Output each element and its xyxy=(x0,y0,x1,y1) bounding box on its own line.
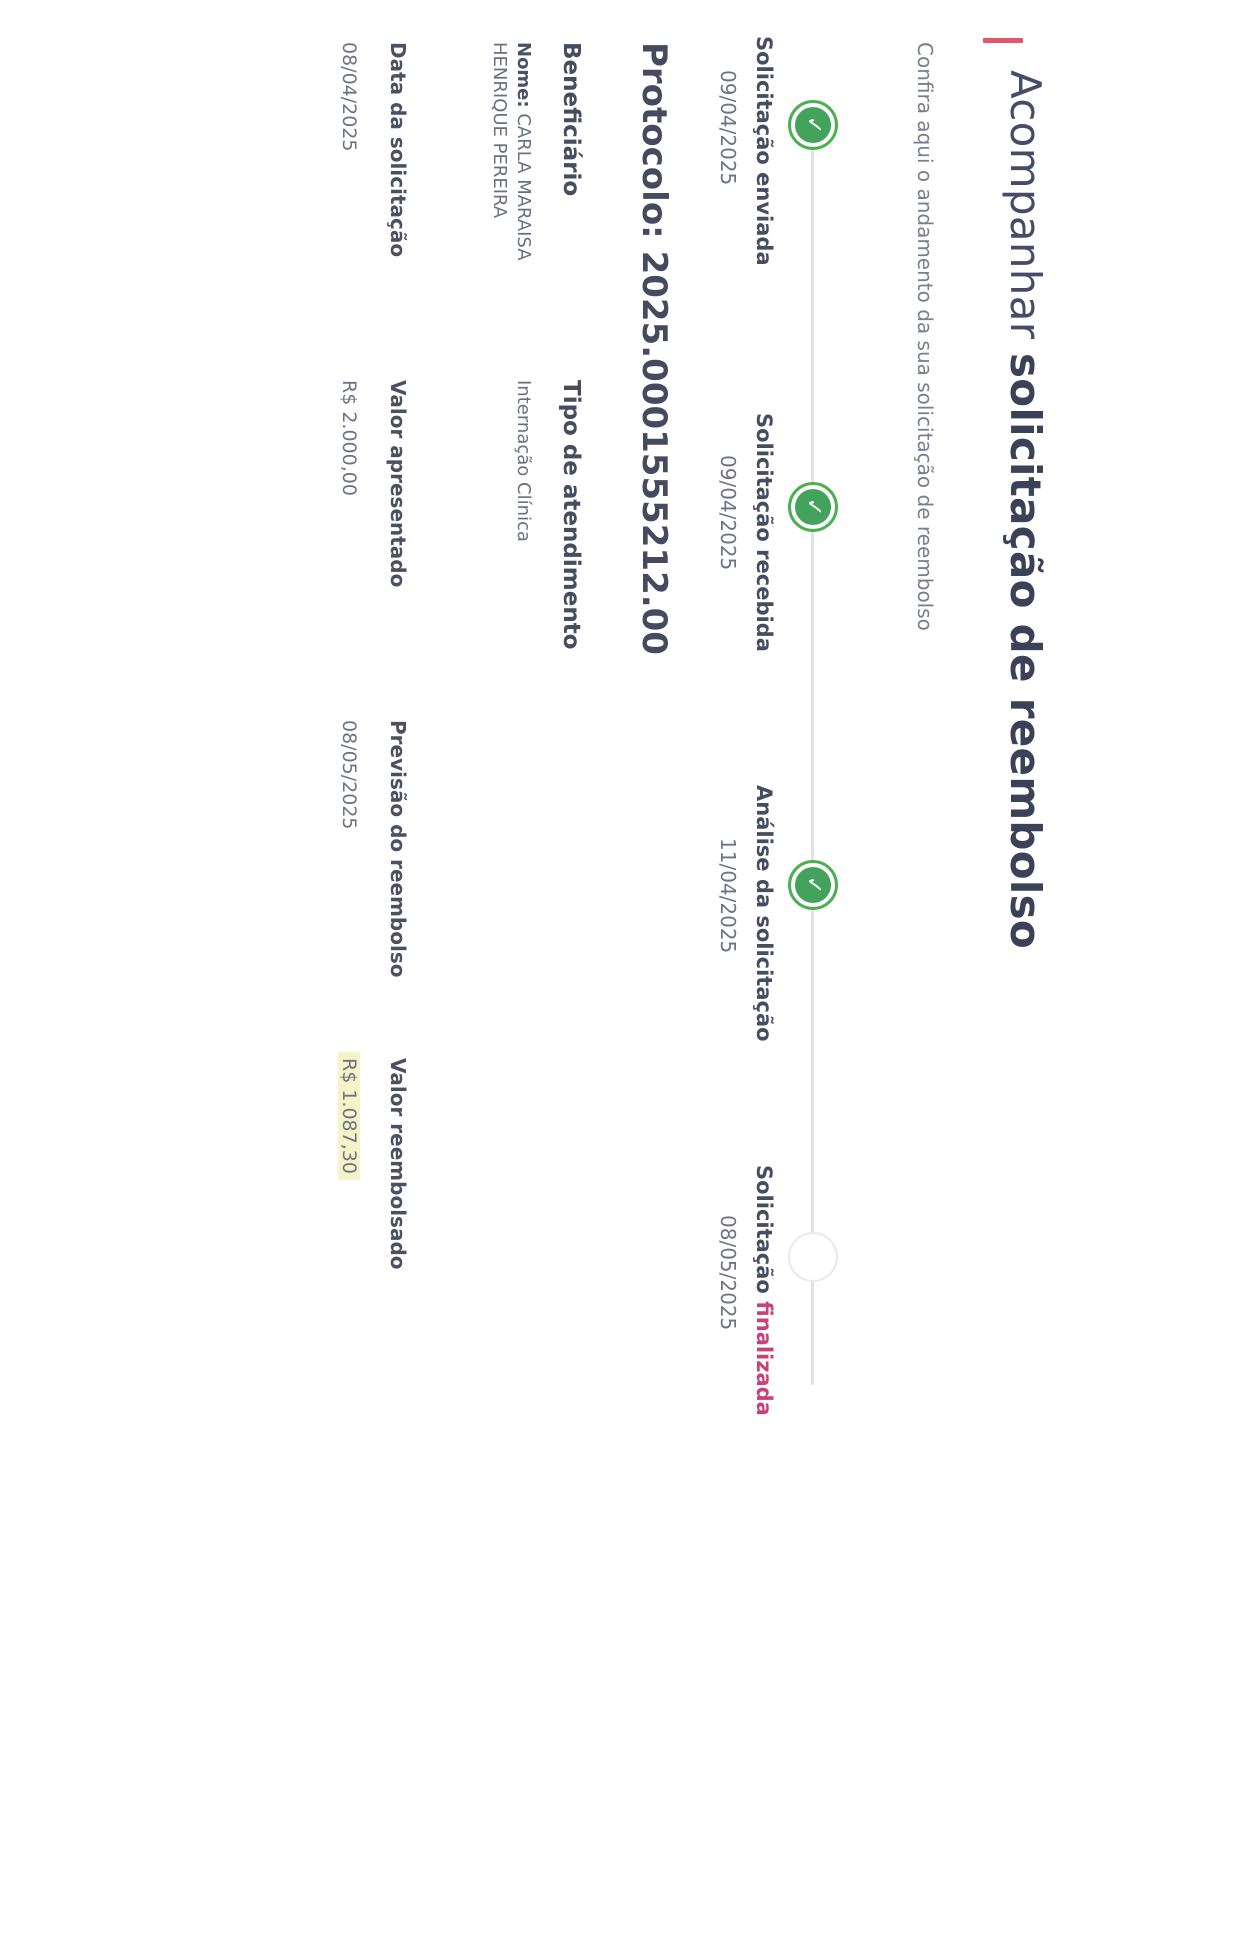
step-3-check-icon: ✓ xyxy=(788,860,838,910)
scanned-page: Acompanhar solicitação de reembolso Conf… xyxy=(0,0,1240,1948)
refund-forecast-value: 08/05/2025 xyxy=(338,720,360,830)
page-title-bold: solicitação de reembolso xyxy=(1001,353,1050,950)
presented-value-label: Valor apresentado xyxy=(386,380,410,588)
page-title-light: Acompanhar xyxy=(1001,70,1050,353)
step-3-date: 11/04/2025 xyxy=(716,838,740,954)
step-1-check-icon: ✓ xyxy=(788,100,838,150)
step-4-date: 08/05/2025 xyxy=(716,1215,740,1331)
service-type-heading: Tipo de atendimento xyxy=(558,380,584,650)
progress-track xyxy=(811,120,814,1385)
step-3-label: Análise da solicitação xyxy=(752,785,776,1042)
step-2-check-icon: ✓ xyxy=(788,482,838,532)
page-title: Acompanhar solicitação de reembolso xyxy=(1001,70,1050,949)
request-date-label: Data da solicitação xyxy=(386,42,410,258)
title-accent-bar xyxy=(983,38,1023,43)
step-2-label: Solicitação recebida xyxy=(752,413,776,652)
refunded-value-label: Valor reembolsado xyxy=(386,1058,410,1270)
page-subtitle: Confira aqui o andamento da sua solicita… xyxy=(913,42,937,631)
presented-value-value: R$ 2.000,00 xyxy=(338,380,360,496)
service-type-value: Internação Clínica xyxy=(513,380,534,542)
refund-forecast-label: Previsão do reembolso xyxy=(386,720,410,978)
refunded-value-highlight: R$ 1.087,30 xyxy=(338,1052,360,1180)
beneficiary-heading: Beneficiário xyxy=(558,42,584,197)
step-1-label: Solicitação enviada xyxy=(752,36,776,266)
request-date-value: 08/04/2025 xyxy=(338,42,360,152)
step-4-label: Solicitação finalizada xyxy=(752,1165,776,1416)
step-1-date: 09/04/2025 xyxy=(716,70,740,186)
beneficiary-name: Nome: CARLA MARAISA HENRIQUE PEREIRA xyxy=(489,42,534,261)
step-4-pending-circle-icon xyxy=(788,1232,838,1282)
step-2-date: 09/04/2025 xyxy=(716,455,740,571)
protocol-number: Protocolo: 2025.0001555212.00 xyxy=(634,42,674,655)
refunded-value-value: R$ 1.087,30 xyxy=(338,1052,360,1180)
